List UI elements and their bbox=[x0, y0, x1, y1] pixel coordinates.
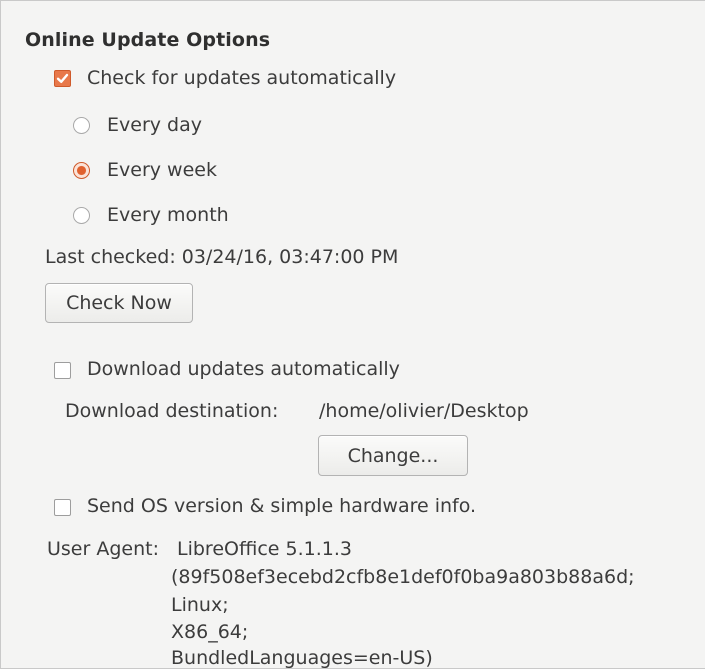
check-updates-automatically-label[interactable]: Check for updates automatically bbox=[87, 67, 396, 89]
checkmark-icon bbox=[56, 73, 69, 83]
check-updates-automatically-checkbox[interactable] bbox=[54, 70, 71, 87]
send-os-info-label[interactable]: Send OS version & simple hardware info. bbox=[87, 495, 476, 517]
change-destination-button[interactable]: Change... bbox=[318, 435, 468, 476]
section-title: Online Update Options bbox=[25, 29, 271, 51]
download-destination-label: Download destination: bbox=[65, 400, 279, 422]
user-agent-line-1: LibreOffice 5.1.1.3 bbox=[177, 538, 352, 560]
radio-every-day[interactable] bbox=[73, 117, 90, 134]
user-agent-line-5: BundledLanguages=en-US) bbox=[171, 647, 433, 669]
radio-every-month[interactable] bbox=[73, 207, 90, 224]
user-agent-line-4: X86_64; bbox=[171, 621, 249, 643]
radio-every-day-label[interactable]: Every day bbox=[107, 114, 202, 136]
send-os-info-checkbox[interactable] bbox=[54, 499, 71, 516]
online-update-options-panel: Online Update Options Check for updates … bbox=[0, 0, 705, 669]
radio-every-week-label[interactable]: Every week bbox=[107, 159, 217, 181]
download-updates-automatically-checkbox[interactable] bbox=[54, 362, 71, 379]
user-agent-line-3: Linux; bbox=[171, 594, 229, 616]
user-agent-line-2: (89f508ef3ecebd2cfb8e1def0f0ba9a803b88a6… bbox=[171, 566, 635, 588]
check-now-button[interactable]: Check Now bbox=[45, 283, 193, 323]
radio-every-week[interactable] bbox=[73, 162, 90, 179]
radio-every-month-label[interactable]: Every month bbox=[107, 204, 229, 226]
user-agent-label: User Agent: bbox=[47, 538, 159, 560]
last-checked-text: Last checked: 03/24/16, 03:47:00 PM bbox=[45, 246, 399, 268]
download-destination-path: /home/olivier/Desktop bbox=[319, 400, 529, 422]
download-updates-automatically-label[interactable]: Download updates automatically bbox=[87, 358, 400, 380]
